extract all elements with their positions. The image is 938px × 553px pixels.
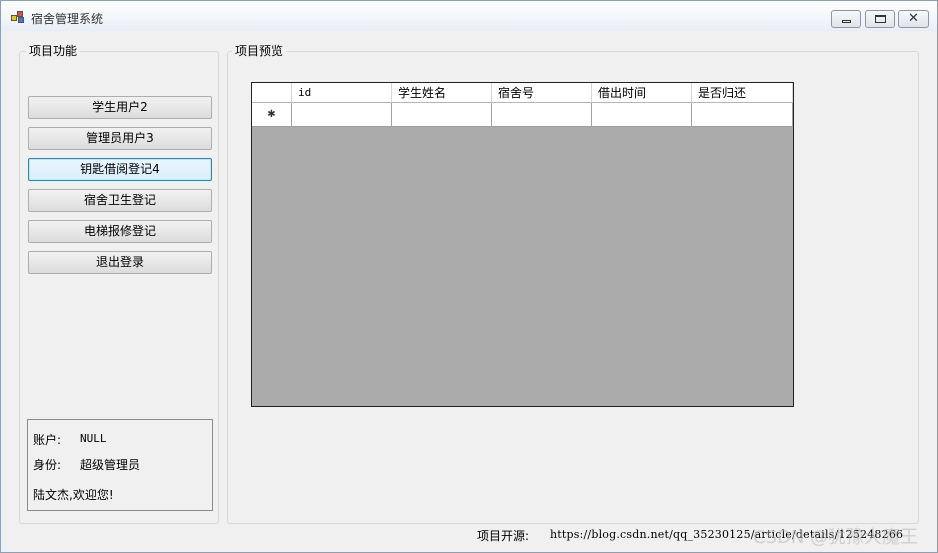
open-source-label: 项目开源: — [477, 529, 530, 543]
elevator-repair-register-button[interactable]: 电梯报修登记 — [28, 220, 212, 243]
column-header-student-name[interactable]: 学生姓名 — [392, 83, 492, 103]
row-header-corner — [252, 83, 292, 103]
column-header-dorm-number[interactable]: 宿舍号 — [492, 83, 592, 103]
role-label: 身份: — [33, 458, 62, 472]
grid-header-row: id 学生姓名 宿舍号 借出时间 是否归还 — [252, 83, 793, 103]
new-row-returned-cell[interactable] — [692, 103, 793, 127]
account-value: NULL — [80, 432, 107, 445]
new-row-borrow-time-cell[interactable] — [592, 103, 692, 127]
column-header-borrow-time[interactable]: 借出时间 — [592, 83, 692, 103]
account-label: 账户: — [33, 433, 62, 447]
features-group-title: 项目功能 — [26, 42, 81, 59]
welcome-message: 陆文杰,欢迎您! — [33, 488, 114, 502]
admin-user-button[interactable]: 管理员用户3 — [28, 127, 212, 150]
minimize-icon — [842, 20, 851, 23]
dorm-hygiene-register-button[interactable]: 宿舍卫生登记 — [28, 189, 212, 212]
column-header-id[interactable]: id — [292, 83, 392, 103]
logout-button[interactable]: 退出登录 — [28, 251, 212, 274]
key-borrow-register-button[interactable]: 钥匙借阅登记4 — [28, 158, 212, 181]
new-row-dorm-number-cell[interactable] — [492, 103, 592, 127]
maximize-button[interactable] — [865, 10, 895, 28]
close-button[interactable]: ✕ — [898, 10, 929, 28]
new-row-id-cell[interactable] — [292, 103, 392, 127]
role-value: 超级管理员 — [80, 458, 141, 472]
minimize-button[interactable] — [831, 10, 861, 28]
watermark: CSDN @犹豫大魔王 — [753, 527, 919, 548]
main-window: 宿舍管理系统 ✕ 项目功能 学生用户2 管理员用户3 钥匙借阅登记4 宿舍卫生登… — [0, 0, 938, 553]
preview-group-title: 项目预览 — [232, 42, 287, 59]
new-row-marker-icon: ✱ — [252, 103, 292, 127]
window-title: 宿舍管理系统 — [31, 12, 104, 26]
data-grid[interactable]: id 学生姓名 宿舍号 借出时间 是否归还 ✱ — [251, 82, 794, 407]
title-bar: 宿舍管理系统 ✕ — [1, 1, 937, 31]
maximize-icon — [875, 15, 886, 23]
user-info-panel: 账户: NULL 身份: 超级管理员 陆文杰,欢迎您! — [27, 419, 213, 511]
close-icon: ✕ — [908, 11, 919, 26]
new-row-student-name-cell[interactable] — [392, 103, 492, 127]
app-icon — [11, 11, 25, 23]
student-user-button[interactable]: 学生用户2 — [28, 96, 212, 119]
column-header-returned[interactable]: 是否归还 — [692, 83, 793, 103]
